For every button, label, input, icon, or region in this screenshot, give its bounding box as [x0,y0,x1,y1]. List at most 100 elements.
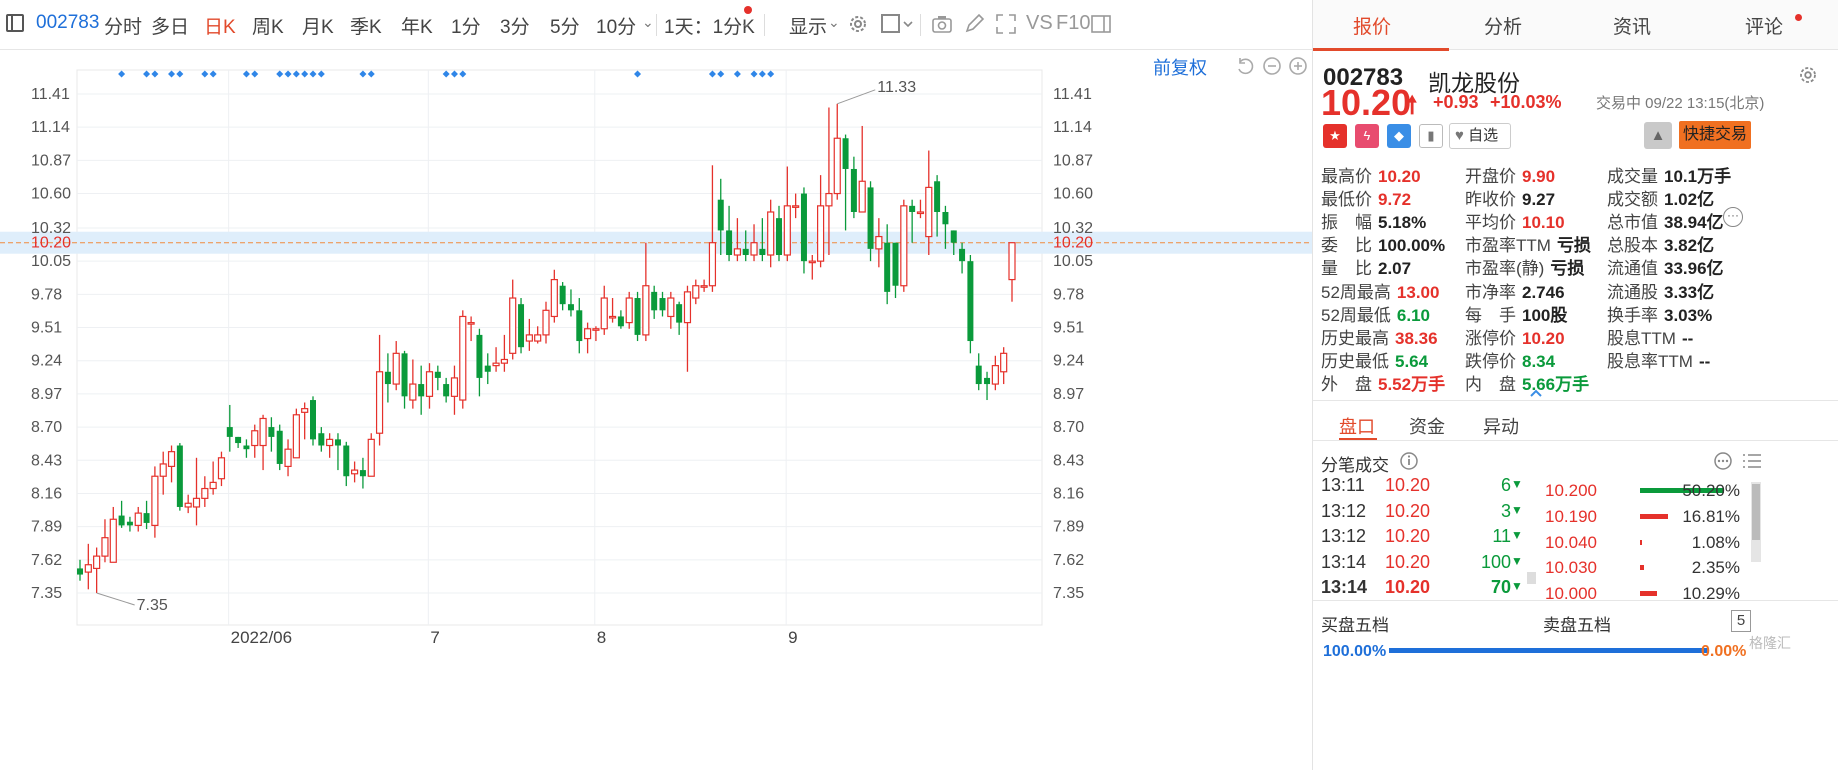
candle [783,166,791,262]
y-tick-label-right: 8.43 [1053,452,1084,469]
quick-trade-button[interactable]: 快捷交易 [1679,121,1751,149]
candle-body [326,438,334,447]
candle-body [959,248,966,262]
candle-body [759,248,766,256]
pencil-icon[interactable] [963,13,985,35]
stat-value: 5.52万手 [1378,374,1446,394]
candle-body [867,187,874,249]
stat-value: 9.27 [1522,190,1556,210]
info-icon[interactable] [1399,451,1419,471]
candle [492,347,500,372]
stat-label: 历史最高 [1321,328,1389,348]
tab-news[interactable]: 资讯 [1613,12,1651,39]
chevron-down-icon[interactable]: ⌄ [642,14,654,31]
tab-multiday[interactable]: 多日 [151,12,189,39]
kline-chart[interactable]: 11.41 11.41 11.14 11.14 10.87 10.87 10.60 10.60… [0,50,1312,770]
gear-icon[interactable] [847,13,869,35]
tab-orderbook[interactable]: 盘口 [1339,413,1375,439]
y-tick-label-left: 9.24 [31,353,62,370]
distribution-scrollbar[interactable] [1751,482,1761,562]
tab-yearly-k[interactable]: 年K [401,12,433,39]
dist-price: 10.190 [1545,506,1597,526]
bell-icon[interactable]: ▲ [1644,122,1672,149]
stat-label: 开盘价 [1465,167,1516,186]
buy-pct: 100.00% [1323,643,1387,660]
more-icon[interactable]: ··· [1723,207,1743,227]
stat-item: 最高价 10.20 [1321,162,1421,187]
display-menu[interactable]: 显示 [789,12,827,39]
tab-10min[interactable]: 10分 [596,12,636,39]
vs-button[interactable]: VS [1026,12,1053,35]
candle [134,506,142,532]
candle [450,365,459,415]
y-tick-label-left: 8.70 [31,419,62,436]
stat-label: 外 盘 [1321,374,1372,394]
panel-toggle-icon[interactable] [6,14,24,32]
candle-body [126,521,133,526]
tab-daily-k[interactable]: 日K [204,12,236,39]
stat-item: 市盈率TTM 亏损 [1465,231,1591,256]
event-marker [242,70,250,78]
collapse-chevron-icon[interactable] [1529,388,1543,398]
tab-comments[interactable]: 评论 [1745,12,1783,39]
f10-button[interactable]: F10 [1056,12,1090,35]
candle [334,433,341,471]
event-marker [292,70,300,78]
candle [767,199,775,268]
chevron-down-icon[interactable]: ⌄ [828,14,840,31]
ticks-scrollbar[interactable] [1527,572,1536,584]
candle-body [401,353,408,397]
toolbar-stock-code[interactable]: 002783 [36,12,99,34]
tab-weekly-k[interactable]: 周K [252,12,284,39]
watchlist-button[interactable]: ♥ 自选 [1449,123,1511,149]
stat-item: 52周最高 13.00 [1321,278,1439,303]
event-marker [151,70,159,78]
tick-price: 10.20 [1385,500,1431,521]
candle [900,199,908,292]
candle-body [642,285,650,336]
stat-label: 市盈率TTM [1465,236,1551,256]
more-icon[interactable] [1713,451,1733,471]
chevron-down-icon[interactable]: ⌄ [740,14,752,31]
bookmark-icon[interactable]: ▮ [1419,124,1443,148]
stat-value: 5.18% [1378,213,1427,233]
sidebar-icon[interactable] [1090,13,1112,35]
candle [459,310,467,409]
y-tick-label-right: 9.24 [1053,353,1084,370]
tab-quarterly-k[interactable]: 季K [350,12,382,39]
candle-body [243,445,250,450]
stat-item: 市盈率(静) 亏损 [1465,254,1584,279]
stat-label: 成交量 [1607,167,1658,186]
tab-analysis[interactable]: 分析 [1484,12,1522,39]
stat-item: 每 手 100股 [1465,301,1567,326]
stat-label: 股息TTM [1607,328,1676,348]
tab-3min[interactable]: 3分 [500,12,530,39]
camera-icon[interactable] [931,13,953,35]
candle-body [192,497,201,508]
y-tick-label-left: 10.60 [31,186,71,203]
settings-icon[interactable] [1797,64,1819,86]
lightning-icon[interactable]: ϟ [1355,124,1379,148]
high-annotation-line [837,89,876,105]
candle-body [825,192,833,207]
candle-body [676,304,683,323]
indicator-box-icon[interactable] [880,13,914,35]
levels-select[interactable]: 5 [1731,610,1751,632]
list-icon[interactable] [1741,451,1763,471]
tab-1min[interactable]: 1分 [451,12,481,39]
candle [858,125,866,213]
fullscreen-icon[interactable] [995,13,1017,35]
tab-capital[interactable]: 资金 [1409,413,1445,439]
tag-icon[interactable]: ◆ [1387,124,1411,148]
candle-body [934,181,941,212]
tab-movement[interactable]: 异动 [1483,413,1519,439]
candle-body [892,242,899,286]
tick-down-icon: ▼ [1511,553,1523,568]
tab-quote[interactable]: 报价 [1353,12,1391,39]
candle [276,424,283,471]
candle [534,326,542,344]
dist-bar [1640,565,1644,571]
tab-monthly-k[interactable]: 月K [302,12,334,39]
tab-intraday[interactable]: 分时 [104,12,142,39]
tab-5min[interactable]: 5分 [550,12,580,39]
